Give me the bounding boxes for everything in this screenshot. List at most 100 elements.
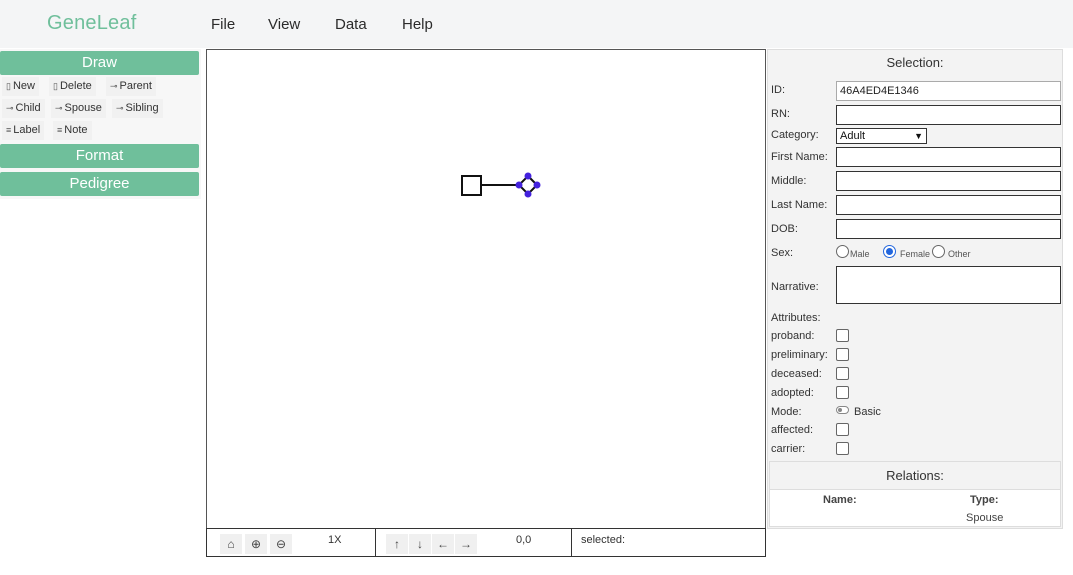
middle-label: Middle: — [771, 175, 807, 187]
pan-right-button[interactable]: → — [455, 534, 477, 554]
rn-field[interactable] — [836, 105, 1061, 125]
pan-down-button[interactable]: ↓ — [409, 534, 431, 554]
parent-tool-label: Parent — [119, 80, 152, 92]
home-button[interactable]: ⌂ — [220, 534, 242, 554]
selected-readout: selected: — [581, 534, 626, 546]
zoom-in-icon: ⊕ — [250, 537, 262, 551]
home-icon: ⌂ — [227, 537, 235, 551]
category-label: Category: — [771, 129, 819, 141]
zoom-in-button[interactable]: ⊕ — [245, 534, 267, 554]
relations-name-header: Name: — [823, 494, 857, 506]
sibling-icon: ⊸ — [116, 103, 124, 113]
mode-toggle[interactable] — [836, 406, 849, 414]
arrow-right-icon: → — [460, 537, 472, 551]
toggle-knob — [838, 408, 842, 412]
preliminary-checkbox[interactable] — [836, 348, 849, 361]
male-node[interactable] — [461, 175, 482, 196]
draw-section-button[interactable]: Draw — [0, 51, 199, 75]
deceased-checkbox[interactable] — [836, 367, 849, 380]
sex-label: Sex: — [771, 247, 794, 259]
spouse-tool-button[interactable]: ⊸ Spouse — [51, 99, 106, 118]
attributes-label: Attributes: — [771, 312, 821, 324]
relations-title: Relations: — [770, 462, 1060, 490]
pedigree-section-button[interactable]: Pedigree — [0, 172, 199, 196]
carrier-checkbox[interactable] — [836, 442, 849, 455]
carrier-label: carrier: — [771, 443, 806, 455]
adopted-checkbox[interactable] — [836, 386, 849, 399]
affected-label: affected: — [771, 424, 813, 436]
coordinates-readout: 0,0 — [516, 534, 532, 546]
last-name-field[interactable] — [836, 195, 1061, 215]
preliminary-label: preliminary: — [771, 349, 828, 361]
arrow-up-icon: ↑ — [394, 537, 400, 551]
first-name-label: First Name: — [771, 151, 828, 163]
label-icon: ≡ — [6, 125, 12, 135]
menu-data[interactable]: Data — [335, 16, 367, 33]
sex-other-radio[interactable] — [932, 245, 945, 258]
parent-icon: ⊸ — [110, 81, 118, 91]
note-icon: ≡ — [57, 125, 63, 135]
child-tool-button[interactable]: ⊸ Child — [2, 99, 45, 118]
label-tool-label: Label — [13, 124, 41, 136]
selection-handle[interactable] — [515, 181, 523, 189]
selection-handle[interactable] — [533, 181, 541, 189]
relation-type-cell: Spouse — [966, 512, 1004, 524]
note-tool-label: Note — [64, 124, 88, 136]
proband-label: proband: — [771, 330, 815, 342]
label-tool-button[interactable]: ≡ Label — [2, 121, 45, 140]
relations-type-header: Type: — [970, 494, 999, 506]
zoom-out-button[interactable]: ⊖ — [270, 534, 292, 554]
sex-female-radio[interactable] — [883, 245, 896, 258]
canvas-toolbar: ⌂ ⊕ ⊖ 1X ↑ ↓ ← → 0,0 selected: — [206, 528, 766, 557]
spouse-tool-label: Spouse — [64, 102, 102, 114]
sibling-tool-label: Sibling — [125, 102, 159, 114]
deceased-label: deceased: — [771, 368, 822, 380]
new-tool-button[interactable]: ▯ New — [2, 77, 39, 96]
mode-label: Mode: — [771, 406, 802, 418]
narrative-label: Narrative: — [771, 281, 819, 293]
selection-handle[interactable] — [524, 190, 532, 198]
rn-label: RN: — [771, 108, 790, 120]
zoom-out-icon: ⊖ — [275, 537, 287, 551]
sex-other-label: Other — [948, 249, 971, 259]
child-tool-label: Child — [15, 102, 41, 114]
selection-header: Selection: — [886, 55, 944, 70]
menu-view[interactable]: View — [268, 16, 300, 33]
toolbar-divider — [571, 529, 572, 556]
toolbar-divider — [375, 529, 376, 556]
menu-help[interactable]: Help — [402, 16, 433, 33]
affected-checkbox[interactable] — [836, 423, 849, 436]
left-panel: Draw ▯ New ▯ Delete ⊸ Parent ⊸ Child ⊸ Spouse… — [0, 49, 201, 199]
sex-female-label: Female — [900, 249, 931, 259]
sex-male-radio[interactable] — [836, 245, 849, 258]
top-bar: GeneLeaf File View Data Help — [0, 0, 1073, 48]
parent-tool-button[interactable]: ⊸ Parent — [106, 77, 156, 96]
delete-tool-button[interactable]: ▯ Delete — [49, 77, 96, 96]
proband-checkbox[interactable] — [836, 329, 849, 342]
selection-handle[interactable] — [524, 172, 532, 180]
app-logo: GeneLeaf — [47, 12, 137, 34]
new-icon: ▯ — [6, 81, 11, 91]
note-tool-button[interactable]: ≡ Note — [53, 121, 92, 140]
new-tool-label: New — [12, 80, 35, 92]
sibling-tool-button[interactable]: ⊸ Sibling — [112, 99, 163, 118]
delete-tool-label: Delete — [59, 80, 92, 92]
narrative-textarea[interactable] — [836, 266, 1061, 304]
dob-field[interactable] — [836, 219, 1061, 239]
pan-up-button[interactable]: ↑ — [386, 534, 408, 554]
category-select[interactable]: Adult ▼ — [836, 128, 927, 144]
middle-name-field[interactable] — [836, 171, 1061, 191]
arrow-down-icon: ↓ — [417, 537, 423, 551]
child-icon: ⊸ — [6, 103, 14, 113]
menu-file[interactable]: File — [211, 16, 235, 33]
pedigree-canvas[interactable] — [206, 49, 766, 529]
last-name-label: Last Name: — [771, 199, 828, 211]
zoom-level: 1X — [328, 534, 342, 546]
pan-left-button[interactable]: ← — [432, 534, 454, 554]
id-field[interactable] — [836, 81, 1061, 101]
sex-male-label: Male — [850, 249, 870, 259]
format-section-button[interactable]: Format — [0, 144, 199, 168]
mode-value: Basic — [854, 406, 881, 418]
relations-panel: Relations: Name: Type: Spouse — [769, 461, 1061, 527]
first-name-field[interactable] — [836, 147, 1061, 167]
